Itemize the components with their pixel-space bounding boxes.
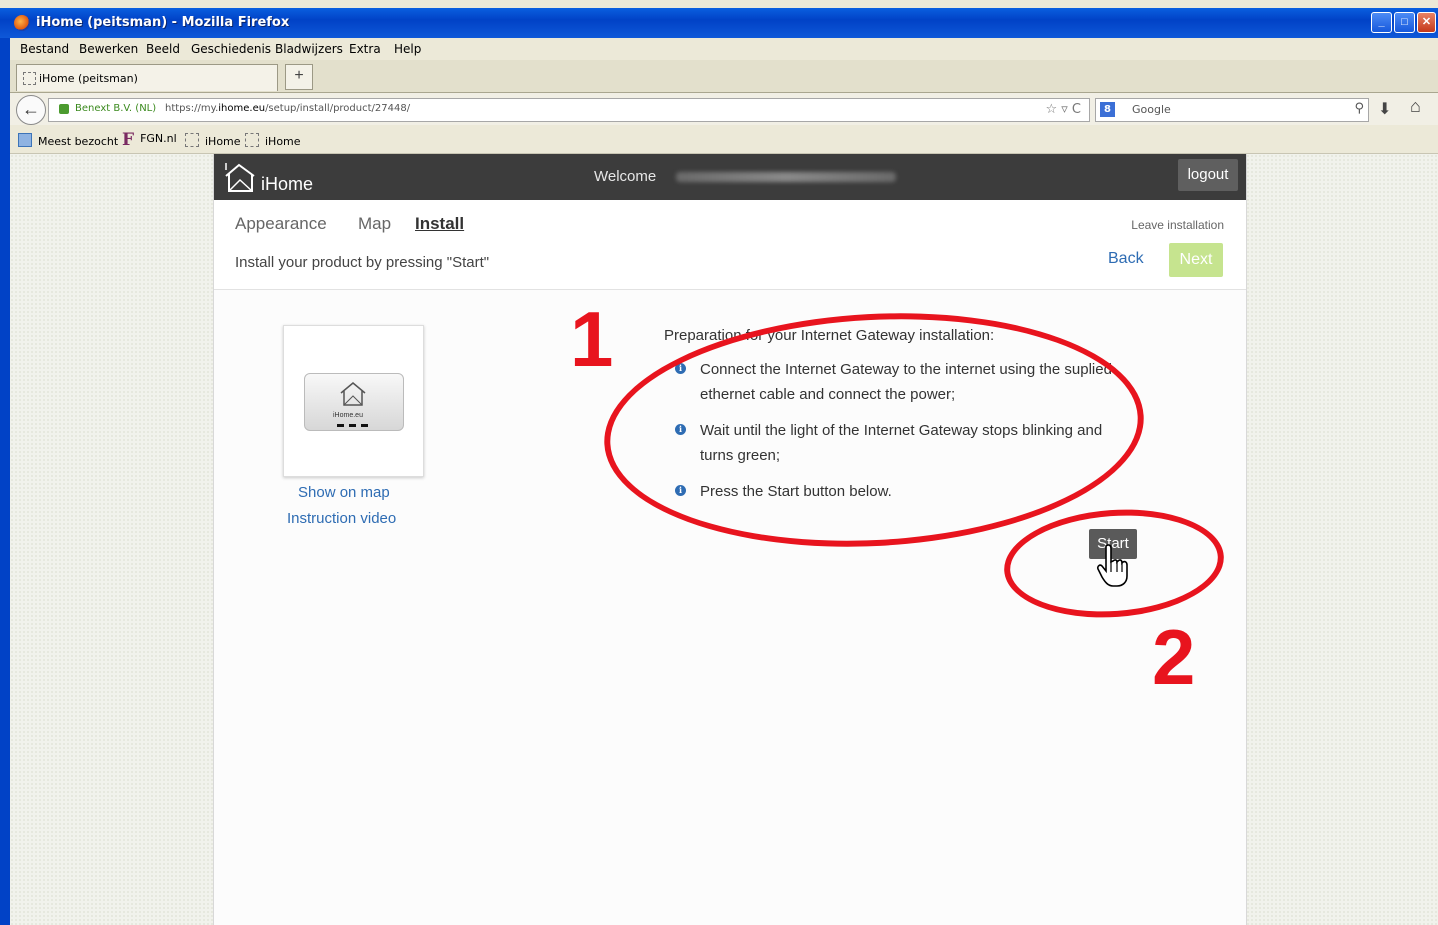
site-identity[interactable]: Benext B.V. (NL) <box>75 103 156 114</box>
device-ports <box>337 424 373 427</box>
maximize-button[interactable]: □ <box>1394 12 1415 33</box>
show-on-map-link[interactable]: Show on map <box>298 484 390 501</box>
device-label: iHome.eu <box>333 412 363 419</box>
house-logo-icon <box>225 163 255 192</box>
welcome-text: Welcome <box>594 168 657 185</box>
menu-extra[interactable]: Extra <box>349 42 381 56</box>
url-text: https://my.ihome.eu/setup/install/produc… <box>165 103 411 114</box>
lock-icon <box>59 104 69 114</box>
new-tab-button[interactable]: + <box>285 64 313 90</box>
back-link[interactable]: Back <box>1108 250 1144 268</box>
menu-bewerken[interactable]: Bewerken <box>79 42 138 56</box>
bookmark-ihome-1[interactable]: iHome <box>185 133 241 148</box>
tab-ihome[interactable]: iHome (peitsman) <box>16 64 278 91</box>
search-icon[interactable]: ⚲ <box>1354 101 1364 116</box>
product-card: iHome.eu <box>283 325 424 477</box>
menu-geschiedenis[interactable]: Geschiedenis <box>191 42 271 56</box>
menu-bladwijzers[interactable]: Bladwijzers <box>275 42 343 56</box>
gateway-device-image: iHome.eu <box>304 373 404 431</box>
page-icon <box>185 133 199 147</box>
tab-install[interactable]: Install <box>415 214 464 234</box>
url-bar[interactable]: Benext B.V. (NL) https://my.ihome.eu/set… <box>48 98 1090 122</box>
close-button[interactable]: ✕ <box>1417 12 1436 33</box>
window-title: iHome (peitsman) - Mozilla Firefox <box>36 15 290 30</box>
menu-help[interactable]: Help <box>394 42 421 56</box>
bookmark-star-icon[interactable]: ☆ ▿ C <box>1045 102 1081 117</box>
bookmark-meest-bezocht[interactable]: Meest bezocht <box>18 133 118 148</box>
install-hint: Install your product by pressing "Start" <box>235 254 490 271</box>
tab-label: iHome (peitsman) <box>39 72 138 85</box>
window-title-bar: iHome (peitsman) - Mozilla Firefox _ □ ✕ <box>0 8 1438 38</box>
tab-map[interactable]: Map <box>358 214 391 234</box>
back-button[interactable]: ← <box>16 95 46 125</box>
menu-bar: Bestand Bewerken Beeld Geschiedenis Blad… <box>10 38 1438 60</box>
tab-appearance[interactable]: Appearance <box>235 214 327 234</box>
bookmark-ihome-2[interactable]: iHome <box>245 133 301 148</box>
instruction-video-link[interactable]: Instruction video <box>287 510 396 527</box>
annotation-number-2: 2 <box>1152 613 1196 701</box>
bookmarks-toolbar: Meest bezocht F FGN.nl iHome iHome <box>10 126 1438 154</box>
logout-button[interactable]: logout <box>1178 159 1238 191</box>
leave-installation-link[interactable]: Leave installation <box>1131 218 1224 232</box>
tab-bar: iHome (peitsman) + <box>10 60 1438 93</box>
search-bar[interactable]: 8 Google ⚲ <box>1095 98 1369 122</box>
page-icon <box>245 133 259 147</box>
menu-beeld[interactable]: Beeld <box>146 42 180 56</box>
search-placeholder: Google <box>1132 103 1171 116</box>
house-icon <box>340 382 366 406</box>
next-button[interactable]: Next <box>1169 243 1223 277</box>
home-icon[interactable]: ⌂ <box>1410 96 1421 117</box>
minimize-button[interactable]: _ <box>1371 12 1392 33</box>
google-icon[interactable]: 8 <box>1100 102 1115 117</box>
page-viewport: iHome Welcome logout Appearance Map Inst… <box>10 154 1438 925</box>
most-visited-icon <box>18 133 32 147</box>
window-border <box>0 38 10 925</box>
bookmark-fgn[interactable]: F FGN.nl <box>122 130 177 150</box>
download-icon[interactable]: ⬇ <box>1378 99 1391 119</box>
app-header: iHome Welcome logout <box>214 154 1246 200</box>
navigation-bar: ← Benext B.V. (NL) https://my.ihome.eu/s… <box>10 93 1438 125</box>
app-logo-text: iHome <box>261 174 314 194</box>
annotation-number-1: 1 <box>570 295 614 383</box>
firefox-icon <box>14 15 30 31</box>
redacted-username <box>676 172 896 182</box>
page-icon <box>23 72 36 85</box>
menu-bestand[interactable]: Bestand <box>20 42 69 56</box>
install-toolbar: Appearance Map Install Leave installatio… <box>214 200 1246 290</box>
fgn-icon: F <box>122 130 135 150</box>
